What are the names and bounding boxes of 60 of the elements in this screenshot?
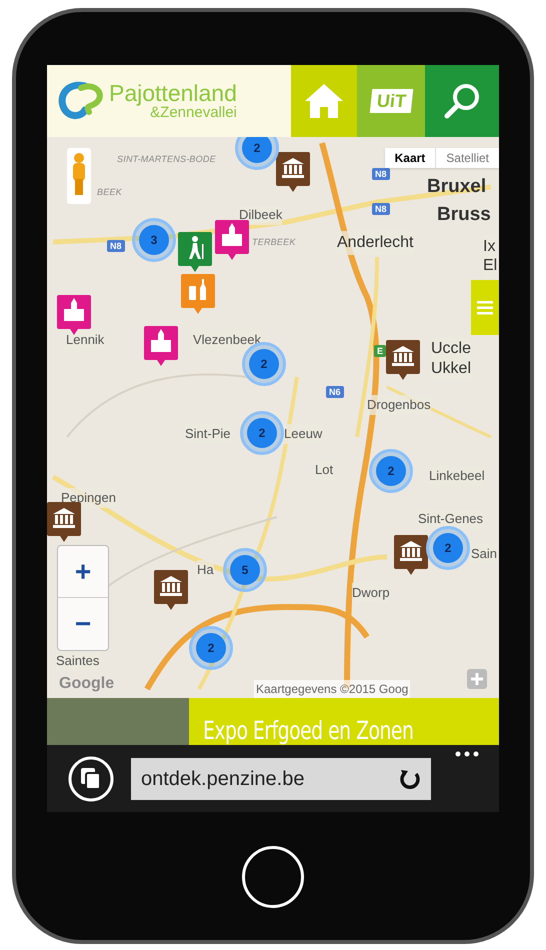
place-name: TERBEEK [252,236,296,249]
road-number: E [374,345,386,357]
place-name: BEEK [97,186,122,199]
museum-icon [160,576,182,596]
road-number: N8 [372,168,390,180]
logo-title: Pajottenland [109,82,237,105]
reload-icon [399,768,421,790]
search-icon [442,81,482,121]
map-type-tab[interactable]: Satelliet [435,148,499,168]
castle-icon [222,223,242,246]
museum-icon [282,158,304,178]
cluster-marker[interactable]: 2 [369,449,413,493]
place-name: Drogenbos [367,395,431,414]
road-number: N8 [107,240,125,252]
hiker-icon [189,236,204,259]
map-pin[interactable] [394,535,428,575]
place-name: Anderlecht [337,231,414,255]
home-button-ring[interactable] [242,846,304,908]
google-logo: Google [59,675,114,693]
museum-icon [53,508,75,528]
map-pin[interactable] [57,295,91,335]
home-icon [303,82,345,120]
place-name: SINT-MARTENS-BODE [117,153,216,166]
map-pin[interactable] [144,326,178,366]
cluster-marker[interactable]: 2 [426,526,470,570]
road-number: N6 [326,386,344,398]
map-type-tab[interactable]: Kaart [384,148,436,168]
banner-title: Expo Erfgoed en Zonen [203,718,414,743]
more-icon[interactable] [455,751,479,757]
cluster-marker[interactable]: 2 [189,626,233,670]
place-name: Bruxel [427,175,486,199]
map-pin[interactable] [154,570,188,610]
logo[interactable]: Pajottenland &Zennevallei [47,65,291,137]
place-name: Leeuw [284,424,322,444]
cluster-marker[interactable]: 5 [223,548,267,592]
museum-icon [400,541,422,561]
map-attribution: Kaartgegevens ©2015 Goog [254,680,410,698]
map-pin[interactable] [386,340,420,380]
search-button[interactable] [425,65,499,137]
uit-button[interactable]: UiT [357,65,425,137]
cluster-marker[interactable]: 2 [240,411,284,455]
castle-icon [64,298,84,321]
menu-icon [477,300,493,314]
cluster-marker[interactable]: 3 [132,218,176,262]
map-pin[interactable] [276,152,310,192]
place-name: Dworp [352,583,390,602]
zoom-out-button[interactable]: − [58,598,108,650]
cluster-marker[interactable]: 2 [235,137,279,170]
tabs-icon[interactable] [67,754,115,802]
place-name: Bruss [437,203,491,227]
drinks-icon [189,279,206,300]
map-pin[interactable] [178,232,212,272]
logo-subtitle: &Zennevallei [150,105,237,120]
zoom-in-button[interactable]: + [58,546,108,598]
castle-icon [151,329,171,352]
road-number: N8 [372,203,390,215]
map-pin[interactable] [215,220,249,260]
pegman-icon[interactable] [67,148,91,204]
address-field[interactable]: ontdek.penzine.be [131,758,431,800]
museum-icon [392,346,414,366]
